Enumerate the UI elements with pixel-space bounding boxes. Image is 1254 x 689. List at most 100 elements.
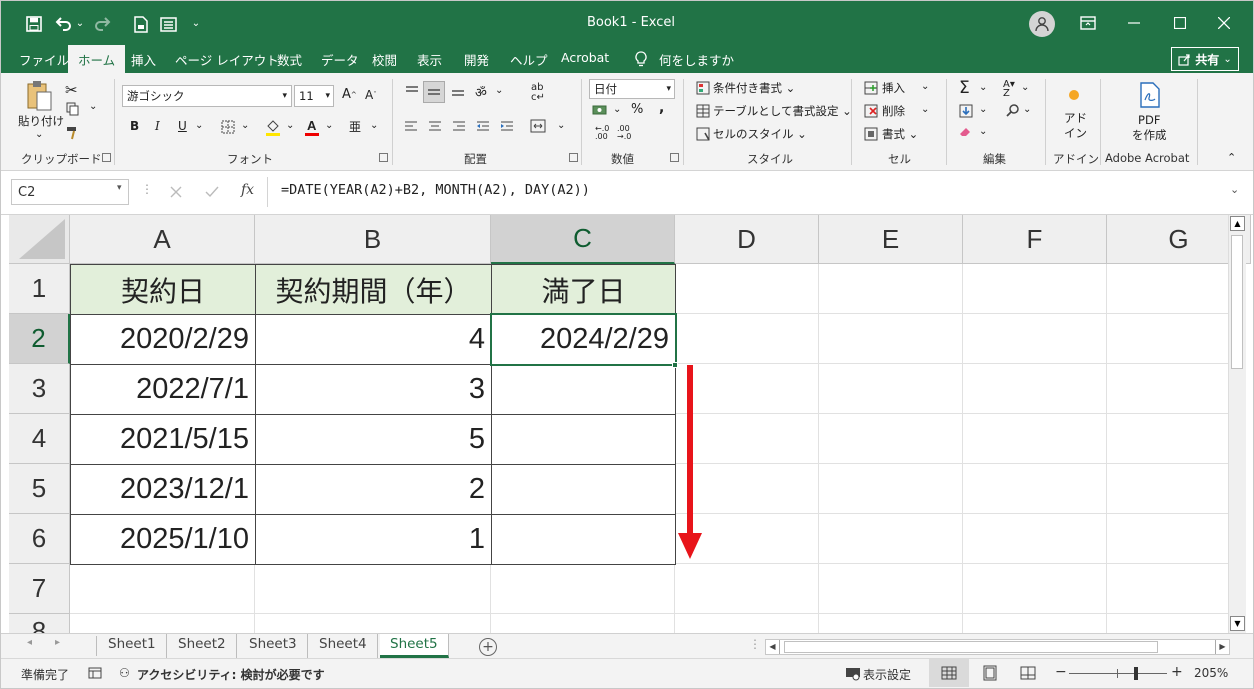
font-size-box[interactable]: 11 ▾ <box>294 85 334 107</box>
cell-c3[interactable] <box>491 364 676 415</box>
cell-c7[interactable] <box>491 564 675 614</box>
increase-indent-icon[interactable] <box>499 119 515 133</box>
number-format-box[interactable]: 日付 ▾ <box>589 79 675 99</box>
display-settings-label[interactable]: 表示設定 <box>863 666 911 683</box>
insert-cells-icon[interactable] <box>863 80 879 96</box>
sheet-tab-1[interactable]: Sheet1 <box>98 634 167 658</box>
name-box-dropdown-icon[interactable]: ▾ <box>117 183 122 193</box>
cell-c6[interactable] <box>491 514 676 565</box>
maximize-icon[interactable] <box>1169 13 1191 33</box>
wrap-text-icon[interactable]: ab c↵ <box>531 83 545 103</box>
tab-formulas[interactable]: 数式 <box>277 50 302 69</box>
column-header-f[interactable]: F <box>963 215 1107 264</box>
tab-review[interactable]: 校閲 <box>372 50 397 69</box>
cell-c5[interactable] <box>491 464 676 515</box>
tab-developer[interactable]: 開発 <box>464 50 489 69</box>
select-all-corner[interactable] <box>9 215 70 264</box>
horizontal-scroll-thumb[interactable] <box>784 641 1158 653</box>
worksheet-grid[interactable]: A B C D E F G 1 2 3 4 5 6 7 8 契約日 契約期間（年… <box>1 215 1253 633</box>
decrease-decimal-icon[interactable]: .00 →.0 <box>617 125 631 141</box>
cell-styles-icon[interactable] <box>695 126 711 142</box>
percent-style-button[interactable]: % <box>631 102 643 117</box>
format-cells-button[interactable]: 書式 ⌄ <box>882 126 918 142</box>
borders-dropdown-icon[interactable]: ⌄ <box>241 120 249 131</box>
vertical-scrollbar[interactable]: ▲ ▼ <box>1228 215 1246 633</box>
tab-help[interactable]: ヘルプ <box>510 50 548 69</box>
align-top-icon[interactable] <box>403 83 421 99</box>
sheet-tab-5[interactable]: Sheet5 <box>380 634 449 658</box>
tab-home[interactable]: ホーム <box>68 45 126 73</box>
add-sheet-icon[interactable]: + <box>479 638 497 656</box>
accessibility-icon[interactable]: ⚇ <box>119 666 130 680</box>
cell-b8[interactable] <box>255 614 491 633</box>
cancel-entry-icon[interactable] <box>167 183 185 201</box>
copy-dropdown-icon[interactable]: ⌄ <box>89 101 97 112</box>
zoom-out-button[interactable]: − <box>1055 664 1067 680</box>
clear-dropdown-icon[interactable]: ⌄ <box>979 126 987 137</box>
font-color-icon[interactable]: A <box>303 117 321 137</box>
cell-a6[interactable]: 2025/1/10 <box>70 514 256 565</box>
format-painter-icon[interactable] <box>65 125 81 141</box>
align-center-icon[interactable] <box>427 119 443 133</box>
orientation-icon[interactable]: ॐ <box>475 83 487 101</box>
align-middle-icon[interactable] <box>423 81 445 103</box>
cell-a5[interactable]: 2023/12/1 <box>70 464 256 515</box>
page-break-view-icon[interactable] <box>1019 664 1037 682</box>
header-cell-contract-period[interactable]: 契約期間（年） <box>255 264 492 315</box>
customize-qat-icon[interactable]: ⌄ <box>189 15 203 31</box>
autosum-dropdown-icon[interactable]: ⌄ <box>979 82 987 93</box>
expand-formula-bar-icon[interactable]: ⌄ <box>1230 183 1239 196</box>
sort-filter-dropdown-icon[interactable]: ⌄ <box>1021 82 1029 93</box>
clear-icon[interactable] <box>958 125 974 139</box>
fill-color-icon[interactable] <box>264 117 282 137</box>
form-icon[interactable] <box>158 14 178 34</box>
cell-a7[interactable] <box>70 564 255 614</box>
tab-insert[interactable]: 挿入 <box>131 50 156 69</box>
cell-c8[interactable] <box>491 614 675 633</box>
row-header-8[interactable]: 8 <box>9 614 70 633</box>
font-color-dropdown-icon[interactable]: ⌄ <box>325 120 333 131</box>
row-header-4[interactable]: 4 <box>9 414 70 464</box>
accounting-dropdown-icon[interactable]: ⌄ <box>613 104 621 115</box>
create-pdf-button[interactable]: PDF を作成 <box>1132 113 1167 143</box>
fill-dropdown-icon[interactable]: ⌄ <box>979 104 987 115</box>
increase-decimal-icon[interactable]: ←.0.00 <box>595 125 609 141</box>
tab-data[interactable]: データ <box>321 50 359 69</box>
sheet-tab-3[interactable]: Sheet3 <box>239 634 308 658</box>
addins-button[interactable]: アド イン <box>1064 111 1087 141</box>
scroll-right-icon[interactable]: ▶ <box>1215 640 1229 654</box>
zoom-slider[interactable] <box>1069 667 1167 680</box>
orientation-dropdown-icon[interactable]: ⌄ <box>495 85 503 96</box>
delete-cells-icon[interactable] <box>863 103 879 119</box>
formula-input[interactable]: =DATE(YEAR(A2)+B2, MONTH(A2), DAY(A2)) <box>273 179 1243 205</box>
tab-file[interactable]: ファイル <box>19 50 69 69</box>
sort-filter-icon[interactable]: A▾ Z <box>1003 80 1015 99</box>
cell-a8[interactable] <box>70 614 255 633</box>
accessibility-status[interactable]: アクセシビリティ: 検討が必要です <box>137 666 325 683</box>
clipboard-launcher-icon[interactable] <box>102 153 111 162</box>
paste-icon[interactable] <box>25 79 55 113</box>
row-header-2[interactable]: 2 <box>9 314 70 364</box>
redo-icon[interactable] <box>91 13 113 33</box>
create-pdf-icon[interactable] <box>1138 81 1162 109</box>
tab-split-handle-icon[interactable]: ⋮ <box>749 637 761 651</box>
cell-a2[interactable]: 2020/2/29 <box>70 314 256 365</box>
next-sheet-icon[interactable]: ▸ <box>55 637 60 648</box>
fill-color-dropdown-icon[interactable]: ⌄ <box>286 120 294 131</box>
phonetic-icon[interactable]: 亜 <box>349 118 361 135</box>
fill-icon[interactable] <box>958 103 974 119</box>
cut-icon[interactable]: ✂ <box>65 81 78 99</box>
account-icon[interactable] <box>1029 11 1055 37</box>
addins-icon[interactable] <box>1065 86 1083 104</box>
underline-dropdown-icon[interactable]: ⌄ <box>195 120 203 131</box>
column-header-d[interactable]: D <box>675 215 819 264</box>
undo-icon[interactable] <box>53 13 75 33</box>
conditional-formatting-button[interactable]: 条件付き書式 ⌄ <box>713 80 795 96</box>
sheet-tab-2[interactable]: Sheet2 <box>168 634 237 658</box>
header-cell-expiry-date[interactable]: 満了日 <box>491 264 676 315</box>
save-icon[interactable] <box>23 14 45 34</box>
scroll-up-icon[interactable]: ▲ <box>1230 216 1245 231</box>
sheet-tab-4[interactable]: Sheet4 <box>309 634 378 658</box>
cell-b6[interactable]: 1 <box>255 514 492 565</box>
grow-font-icon[interactable]: A ^ <box>342 87 357 102</box>
